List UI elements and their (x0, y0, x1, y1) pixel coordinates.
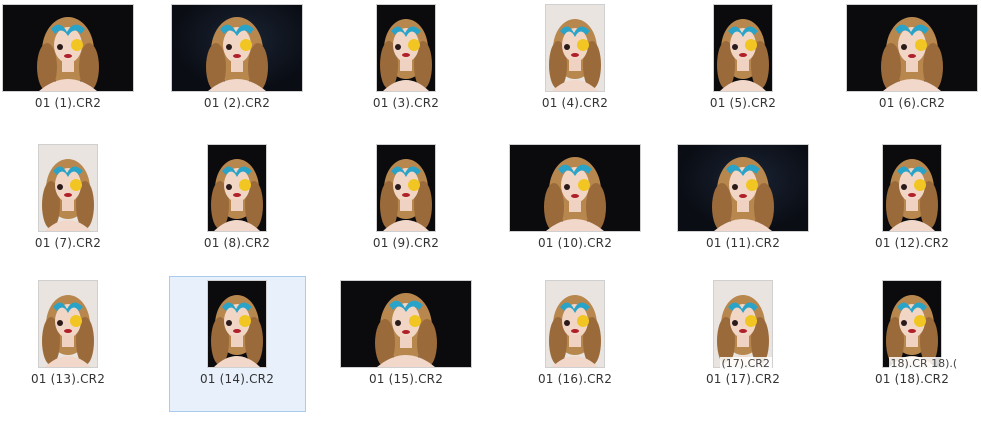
image-thumbnail[interactable] (172, 5, 302, 91)
file-name-label: 01 (2).CR2 (203, 96, 271, 110)
thumbnail-frame (676, 1, 811, 91)
file-tile[interactable]: 01 (4).CR2 (507, 0, 644, 136)
file-name-label: 01 (18).CR2 (874, 372, 950, 386)
file-tile[interactable]: 01 (6).CR2 (844, 0, 981, 136)
file-tile[interactable]: 01 (11).CR2 (675, 140, 812, 276)
file-name-label: 01 (12).CR2 (874, 236, 950, 250)
file-tile[interactable]: 01 (12).CR2 (844, 140, 981, 276)
thumbnail-frame (170, 1, 305, 91)
file-tile[interactable]: 01 (14).CR2 (168, 276, 306, 412)
image-thumbnail[interactable] (39, 145, 97, 231)
thumbnail-frame (170, 141, 305, 231)
file-name-label: 01 (8).CR2 (203, 236, 271, 250)
file-tile[interactable]: 01 (15).CR2 (338, 276, 475, 412)
thumbnail-frame (508, 1, 643, 91)
thumbnail-frame (676, 141, 811, 231)
file-tile[interactable]: 01 (3).CR2 (338, 0, 475, 136)
file-tile[interactable]: 01 (2).CR2 (169, 0, 306, 136)
file-name-label: 01 (16).CR2 (537, 372, 613, 386)
image-thumbnail[interactable] (3, 5, 133, 91)
file-tile[interactable]: 01 (9).CR2 (338, 140, 475, 276)
thumbnail-frame (676, 277, 811, 367)
thumbnail-frame (1, 1, 136, 91)
file-name-label: 01 (14).CR2 (199, 372, 275, 386)
file-name-label: 01 (1).CR2 (34, 96, 102, 110)
thumbnail-frame (845, 1, 980, 91)
thumbnail-frame (170, 277, 305, 367)
thumbnail-frame (339, 1, 474, 91)
file-tile[interactable]: 01 (5).CR2 (675, 0, 812, 136)
file-tile[interactable]: 01 (13).CR2 (0, 276, 137, 412)
image-thumbnail[interactable] (714, 5, 772, 91)
image-thumbnail[interactable] (208, 281, 266, 367)
image-thumbnail[interactable] (546, 5, 604, 91)
image-thumbnail[interactable] (546, 281, 604, 367)
image-thumbnail[interactable] (847, 5, 977, 91)
image-thumbnail[interactable] (883, 281, 941, 367)
file-tile[interactable]: 01 (17).CR2 (17).CR2 (675, 276, 812, 412)
file-tile[interactable]: 01 (1).CR2 (0, 0, 137, 136)
file-tile[interactable]: 01 (10).CR2 (507, 140, 644, 276)
file-thumbnail-grid: 01 (1).CR2 01 (2).CR2 01 (3).CR2 01 (4).CR2… (0, 0, 981, 422)
thumbnail-frame (339, 277, 474, 367)
image-thumbnail[interactable] (678, 145, 808, 231)
image-thumbnail[interactable] (39, 281, 97, 367)
image-thumbnail[interactable] (714, 281, 772, 367)
file-name-label: 01 (7).CR2 (34, 236, 102, 250)
image-thumbnail[interactable] (883, 145, 941, 231)
image-thumbnail[interactable] (510, 145, 640, 231)
file-name-label: 01 (9).CR2 (372, 236, 440, 250)
file-tile[interactable]: 01 (7).CR2 (0, 140, 137, 276)
file-name-label: 01 (6).CR2 (878, 96, 946, 110)
file-name-label: 01 (15).CR2 (368, 372, 444, 386)
file-name-label: 01 (3).CR2 (372, 96, 440, 110)
file-tile[interactable]: 01 (16).CR2 (507, 276, 644, 412)
file-tile[interactable]: 01 (8).CR2 (169, 140, 306, 276)
thumbnail-frame (1, 141, 136, 231)
image-thumbnail[interactable] (341, 281, 471, 367)
thumbnail-frame (508, 277, 643, 367)
thumbnail-frame (845, 141, 980, 231)
file-name-label: 01 (5).CR2 (709, 96, 777, 110)
overlay-artifact-text: 18).CR 18).( (888, 357, 960, 370)
image-thumbnail[interactable] (377, 5, 435, 91)
image-thumbnail[interactable] (377, 145, 435, 231)
file-name-label: 01 (13).CR2 (30, 372, 106, 386)
thumbnail-frame (508, 141, 643, 231)
file-name-label: 01 (10).CR2 (537, 236, 613, 250)
file-name-label: 01 (4).CR2 (541, 96, 609, 110)
file-tile[interactable]: 01 (18).CR2 18).CR 18).( (844, 276, 981, 412)
file-name-label: 01 (17).CR2 (705, 372, 781, 386)
image-thumbnail[interactable] (208, 145, 266, 231)
thumbnail-frame (1, 277, 136, 367)
file-name-label: 01 (11).CR2 (705, 236, 781, 250)
thumbnail-frame (339, 141, 474, 231)
overlay-artifact-text: (17).CR2 (719, 357, 772, 370)
thumbnail-frame (845, 277, 980, 367)
